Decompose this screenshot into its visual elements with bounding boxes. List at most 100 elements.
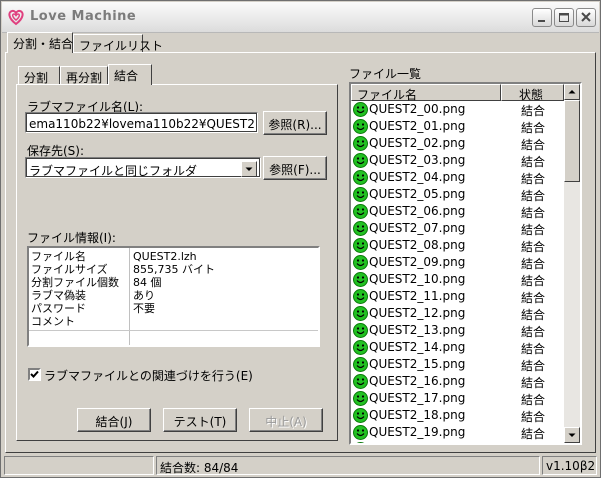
smiley-icon: [353, 153, 368, 168]
close-icon: [581, 12, 591, 22]
file-status: 結合: [521, 274, 546, 288]
list-item[interactable]: QUEST2_17.png 結合: [351, 390, 564, 407]
list-item[interactable]: QUEST2_20.png 結合: [351, 441, 564, 443]
status-pane-version: v1.10β2: [542, 456, 597, 475]
list-item[interactable]: QUEST2_11.png 結合: [351, 288, 564, 305]
column-header-filename[interactable]: ファイル名: [351, 84, 501, 102]
list-item[interactable]: QUEST2_00.png 結合: [351, 101, 564, 118]
file-status: 結合: [521, 189, 546, 203]
tab-resplit[interactable]: 再分割: [60, 66, 108, 85]
list-item[interactable]: QUEST2_13.png 結合: [351, 322, 564, 339]
vertical-scrollbar[interactable]: [564, 84, 580, 443]
file-name: QUEST2_16.png: [369, 374, 466, 388]
list-item[interactable]: QUEST2_16.png 結合: [351, 373, 564, 390]
info-value: 855,735 バイト: [133, 263, 215, 276]
list-item[interactable]: QUEST2_14.png 結合: [351, 339, 564, 356]
list-item[interactable]: QUEST2_19.png 結合: [351, 424, 564, 441]
list-item[interactable]: QUEST2_07.png 結合: [351, 220, 564, 237]
checkmark-icon: [30, 370, 39, 378]
list-item[interactable]: QUEST2_01.png 結合: [351, 118, 564, 135]
file-name: QUEST2_13.png: [369, 323, 466, 337]
file-name: QUEST2_10.png: [369, 272, 466, 286]
join-count-text: 結合数: 84/84: [160, 461, 239, 475]
stop-button-label: 中止(A): [265, 415, 307, 429]
app-window: Love Machine 分割・結合 ファイルリスト 分割 再分割 結合 ラブマ…: [0, 0, 601, 478]
list-item[interactable]: QUEST2_18.png 結合: [351, 407, 564, 424]
source-browse-button[interactable]: 参照(R)...: [263, 111, 327, 135]
tab-split-join-label: 分割・結合: [13, 37, 74, 51]
file-status: 結合: [521, 393, 546, 407]
file-name: QUEST2_14.png: [369, 340, 466, 354]
list-item[interactable]: QUEST2_10.png 結合: [351, 271, 564, 288]
file-list[interactable]: ファイル名 状態 QUEST2_00.png 結合 QUEST2_01.png 結合 Q…: [349, 82, 582, 445]
list-item[interactable]: QUEST2_04.png 結合: [351, 169, 564, 186]
list-item[interactable]: QUEST2_08.png 結合: [351, 237, 564, 254]
smiley-icon: [353, 170, 368, 185]
dest-select[interactable]: ラブマファイルと同じフォルダ: [25, 157, 261, 178]
smiley-icon: [353, 425, 368, 440]
list-item[interactable]: QUEST2_09.png 結合: [351, 254, 564, 271]
file-name: QUEST2_20.png: [369, 442, 465, 443]
info-key: ファイルサイズ: [31, 263, 108, 276]
smiley-icon: [353, 357, 368, 372]
list-item[interactable]: QUEST2_03.png 結合: [351, 152, 564, 169]
test-button[interactable]: テスト(T): [163, 408, 237, 432]
smiley-icon: [353, 255, 368, 270]
tab-file-list[interactable]: ファイルリスト: [73, 34, 163, 53]
maximize-button[interactable]: [554, 8, 574, 27]
file-name: QUEST2_07.png: [369, 221, 466, 235]
file-status: 結合: [521, 410, 546, 424]
info-row: ラブマ偽装 あり: [29, 289, 318, 302]
column-header-status-label: 状態: [519, 88, 544, 102]
dest-browse-button[interactable]: 参照(F)...: [263, 156, 327, 180]
assoc-checkbox[interactable]: [28, 368, 41, 381]
file-info-table: ファイル名 QUEST2.lzh ファイルサイズ 855,735 バイト 分割フ…: [27, 246, 320, 347]
info-row: パスワード 不要: [29, 302, 318, 315]
assoc-checkbox-label[interactable]: ラブマファイルとの関連づけを行う(E): [44, 367, 253, 384]
file-name: QUEST2_01.png: [369, 119, 466, 133]
join-button[interactable]: 結合(J): [77, 408, 151, 432]
info-key: ファイル名: [31, 250, 86, 263]
smiley-icon: [353, 221, 368, 236]
list-item[interactable]: QUEST2_05.png 結合: [351, 186, 564, 203]
tab-join[interactable]: 結合: [108, 64, 152, 85]
stop-button[interactable]: 中止(A): [249, 408, 323, 432]
status-bar: 結合数: 84/84 v1.10β2: [4, 456, 597, 475]
column-header-status[interactable]: 状態: [501, 84, 564, 102]
tab-join-label: 結合: [114, 69, 139, 83]
file-status: 結合: [521, 308, 546, 322]
file-name: QUEST2_15.png: [369, 357, 466, 371]
smiley-icon: [353, 408, 368, 423]
list-item[interactable]: QUEST2_15.png 結合: [351, 356, 564, 373]
smiley-icon: [353, 272, 368, 287]
tab-file-list-label: ファイルリスト: [79, 39, 164, 53]
list-item[interactable]: QUEST2_06.png 結合: [351, 203, 564, 220]
heart-logo-icon: [8, 9, 24, 26]
file-status: 結合: [521, 359, 546, 373]
file-name: QUEST2_00.png: [369, 102, 466, 116]
file-status: 結合: [521, 427, 546, 441]
chevron-down-icon: [245, 167, 253, 171]
file-name: QUEST2_18.png: [369, 408, 466, 422]
scrollbar-thumb[interactable]: [564, 100, 580, 182]
title-bar[interactable]: Love Machine: [2, 2, 599, 33]
file-status: 結合: [521, 376, 546, 390]
dropdown-arrow-button[interactable]: [241, 161, 257, 177]
tab-split-join[interactable]: 分割・結合: [7, 32, 73, 53]
tab-split[interactable]: 分割: [18, 66, 60, 85]
file-status: 結合: [521, 121, 546, 135]
source-file-input[interactable]: ema110b22¥lovema110b22¥QUEST2_lvm.png: [25, 112, 258, 133]
dest-value: ラブマファイルと同じフォルダ: [29, 164, 198, 178]
scroll-up-button[interactable]: [564, 84, 580, 100]
close-button[interactable]: [576, 8, 596, 27]
file-status: 結合: [521, 325, 546, 339]
file-name: QUEST2_06.png: [369, 204, 466, 218]
window-title: Love Machine: [30, 9, 137, 24]
list-item[interactable]: QUEST2_12.png 結合: [351, 305, 564, 322]
file-status: 結合: [521, 155, 546, 169]
info-value: 不要: [133, 302, 155, 315]
scroll-down-button[interactable]: [564, 427, 580, 443]
list-item[interactable]: QUEST2_02.png 結合: [351, 135, 564, 152]
minimize-button[interactable]: [532, 8, 552, 27]
chevron-up-icon: [568, 90, 576, 94]
